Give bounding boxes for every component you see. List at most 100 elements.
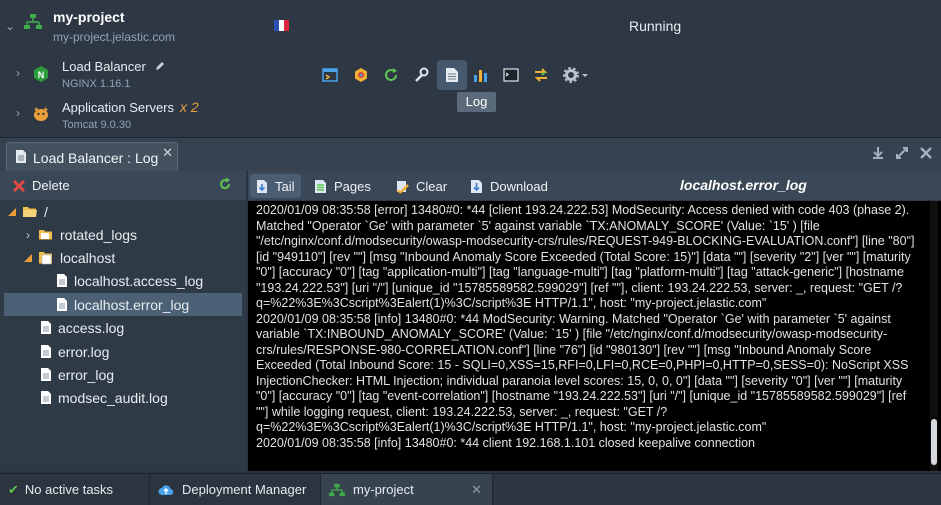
clear-button[interactable]: Clear bbox=[389, 174, 453, 198]
cloud-upload-icon bbox=[158, 484, 174, 495]
environment-name[interactable]: my-project bbox=[53, 9, 125, 25]
tasks-status[interactable]: ✔ No active tasks bbox=[0, 474, 150, 505]
environment-url[interactable]: my-project.jelastic.com bbox=[53, 30, 175, 44]
expanded-arrow-icon bbox=[24, 253, 32, 262]
tasks-label: No active tasks bbox=[24, 482, 114, 497]
environment-panel: ⌄ my-project my-project.jelastic.com Run… bbox=[0, 0, 941, 137]
tab-label: Load Balancer : Log bbox=[33, 149, 159, 166]
config-wrench-tool-button[interactable] bbox=[407, 61, 435, 89]
environment-tab-my-project[interactable]: my-project ✕ bbox=[321, 474, 493, 505]
node-load-balancer-name[interactable]: Load Balancer bbox=[62, 59, 146, 74]
tree-item-error-log-underscore[interactable]: error_log bbox=[40, 363, 114, 386]
download-label: Download bbox=[490, 178, 548, 194]
log-filename: localhost.error_log bbox=[680, 177, 807, 193]
open-folder-icon bbox=[39, 251, 52, 264]
tree-item-root[interactable]: / bbox=[8, 200, 48, 223]
pages-label: Pages bbox=[334, 178, 371, 194]
file-icon bbox=[41, 345, 51, 358]
tree-item-label: error_log bbox=[58, 366, 115, 383]
deployment-manager-tab[interactable]: Deployment Manager bbox=[150, 474, 321, 505]
status-bar: ✔ No active tasks Deployment Manager my-… bbox=[0, 473, 941, 505]
tab-load-balancer-log[interactable]: Load Balancer : Log ✕ bbox=[6, 142, 178, 172]
tree-item-rotated-logs[interactable]: › rotated_logs bbox=[26, 223, 137, 246]
collapse-env-chevron-icon[interactable]: ⌄ bbox=[5, 19, 15, 33]
tab-close-icon[interactable]: ✕ bbox=[162, 145, 173, 161]
tail-button[interactable]: Tail bbox=[250, 174, 301, 198]
minimize-panel-icon[interactable] bbox=[871, 146, 885, 163]
clear-broom-icon bbox=[396, 180, 409, 194]
close-environment-tab-icon[interactable]: ✕ bbox=[471, 482, 482, 498]
tree-item-error-log[interactable]: error.log bbox=[40, 340, 109, 363]
file-icon bbox=[41, 321, 51, 334]
node-app-servers-scale: x 2 bbox=[180, 99, 199, 115]
download-button[interactable]: Download bbox=[464, 174, 554, 198]
log-content[interactable]: 2020/01/09 08:35:58 [error] 13480#0: *44… bbox=[248, 201, 941, 471]
nginx-icon: N bbox=[33, 66, 49, 85]
download-icon bbox=[471, 179, 482, 193]
tree-item-label: rotated_logs bbox=[60, 226, 138, 243]
environment-status: Running bbox=[629, 18, 682, 34]
log-tool-button[interactable] bbox=[437, 60, 467, 90]
file-icon bbox=[57, 274, 67, 287]
expand-app-servers-chevron-icon[interactable]: › bbox=[16, 106, 20, 120]
region-flag-icon bbox=[274, 20, 289, 31]
tomcat-icon bbox=[32, 106, 50, 125]
log-toolbar: Tail Pages Clear Download localhost.erro… bbox=[248, 171, 941, 200]
delete-button[interactable]: Delete bbox=[12, 178, 70, 193]
log-viewer: Tail Pages Clear Download localhost.erro… bbox=[248, 171, 941, 471]
terminal-tool-button[interactable] bbox=[497, 61, 525, 89]
add-ons-tool-button[interactable] bbox=[347, 61, 375, 89]
pages-icon bbox=[315, 179, 326, 193]
redeploy-tool-button[interactable] bbox=[527, 61, 555, 89]
svg-text:N: N bbox=[38, 70, 45, 80]
tree-item-localhost-access-log[interactable]: localhost.access_log bbox=[56, 269, 203, 292]
environment-tab-label: my-project bbox=[353, 482, 414, 497]
checkmark-icon: ✔ bbox=[8, 481, 19, 497]
app-root: ⌄ my-project my-project.jelastic.com Run… bbox=[0, 0, 941, 505]
collapsed-arrow-icon: › bbox=[26, 227, 30, 242]
settings-gear-tool-button[interactable] bbox=[559, 61, 593, 89]
bottom-panel-tabbar: Load Balancer : Log ✕ bbox=[0, 137, 941, 172]
file-icon bbox=[57, 298, 67, 311]
tree-item-label: localhost.error_log bbox=[74, 296, 190, 313]
tree-toolbar: Delete bbox=[0, 171, 246, 200]
log-line: 2020/01/09 08:35:58 [info] 13480#0: *44 … bbox=[256, 435, 756, 450]
statistics-tool-button[interactable] bbox=[467, 61, 495, 89]
tree-item-label: localhost bbox=[60, 249, 116, 266]
panel-actions bbox=[871, 146, 933, 163]
delete-label: Delete bbox=[32, 178, 70, 193]
log-tooltip: Log bbox=[457, 92, 496, 112]
tree-item-access-log[interactable]: access.log bbox=[40, 316, 124, 339]
deployment-manager-label: Deployment Manager bbox=[182, 482, 307, 497]
tree-item-localhost[interactable]: localhost bbox=[24, 246, 115, 269]
tree-item-label: access.log bbox=[58, 319, 125, 336]
tail-label: Tail bbox=[275, 178, 295, 194]
log-file-tree: Delete / › rotated_logs localhost localh… bbox=[0, 171, 246, 471]
file-icon bbox=[41, 368, 51, 381]
environment-icon bbox=[329, 483, 345, 496]
refresh-icon[interactable] bbox=[218, 177, 232, 194]
log-scrollbar-thumb[interactable] bbox=[931, 419, 937, 465]
log-file-icon bbox=[15, 149, 27, 167]
edit-pencil-icon[interactable] bbox=[154, 60, 166, 75]
environment-icon bbox=[24, 13, 42, 34]
node-app-servers-version: Tomcat 9.0.30 bbox=[62, 119, 132, 131]
tree-item-label: modsec_audit.log bbox=[58, 389, 168, 406]
close-panel-icon[interactable] bbox=[919, 146, 933, 163]
restart-tool-button[interactable] bbox=[377, 61, 405, 89]
tree-item-localhost-error-log[interactable]: localhost.error_log bbox=[56, 293, 189, 316]
tree-item-label: / bbox=[44, 203, 48, 220]
node-app-servers-name[interactable]: Application Servers bbox=[62, 100, 174, 115]
tail-download-icon bbox=[257, 179, 267, 193]
log-line: 2020/01/09 08:35:58 [info] 13480#0: *44 … bbox=[256, 311, 909, 435]
tree-item-modsec-audit-log[interactable]: modsec_audit.log bbox=[40, 386, 168, 409]
delete-x-icon bbox=[12, 179, 26, 192]
tree-item-label: localhost.access_log bbox=[74, 272, 204, 289]
clear-label: Clear bbox=[416, 178, 448, 194]
web-ssh-tool-button[interactable] bbox=[316, 61, 344, 89]
expand-load-balancer-chevron-icon[interactable]: › bbox=[16, 66, 20, 80]
pages-button[interactable]: Pages bbox=[308, 174, 377, 198]
file-icon bbox=[41, 391, 51, 404]
open-folder-icon bbox=[23, 207, 37, 217]
maximize-panel-icon[interactable] bbox=[895, 146, 909, 163]
